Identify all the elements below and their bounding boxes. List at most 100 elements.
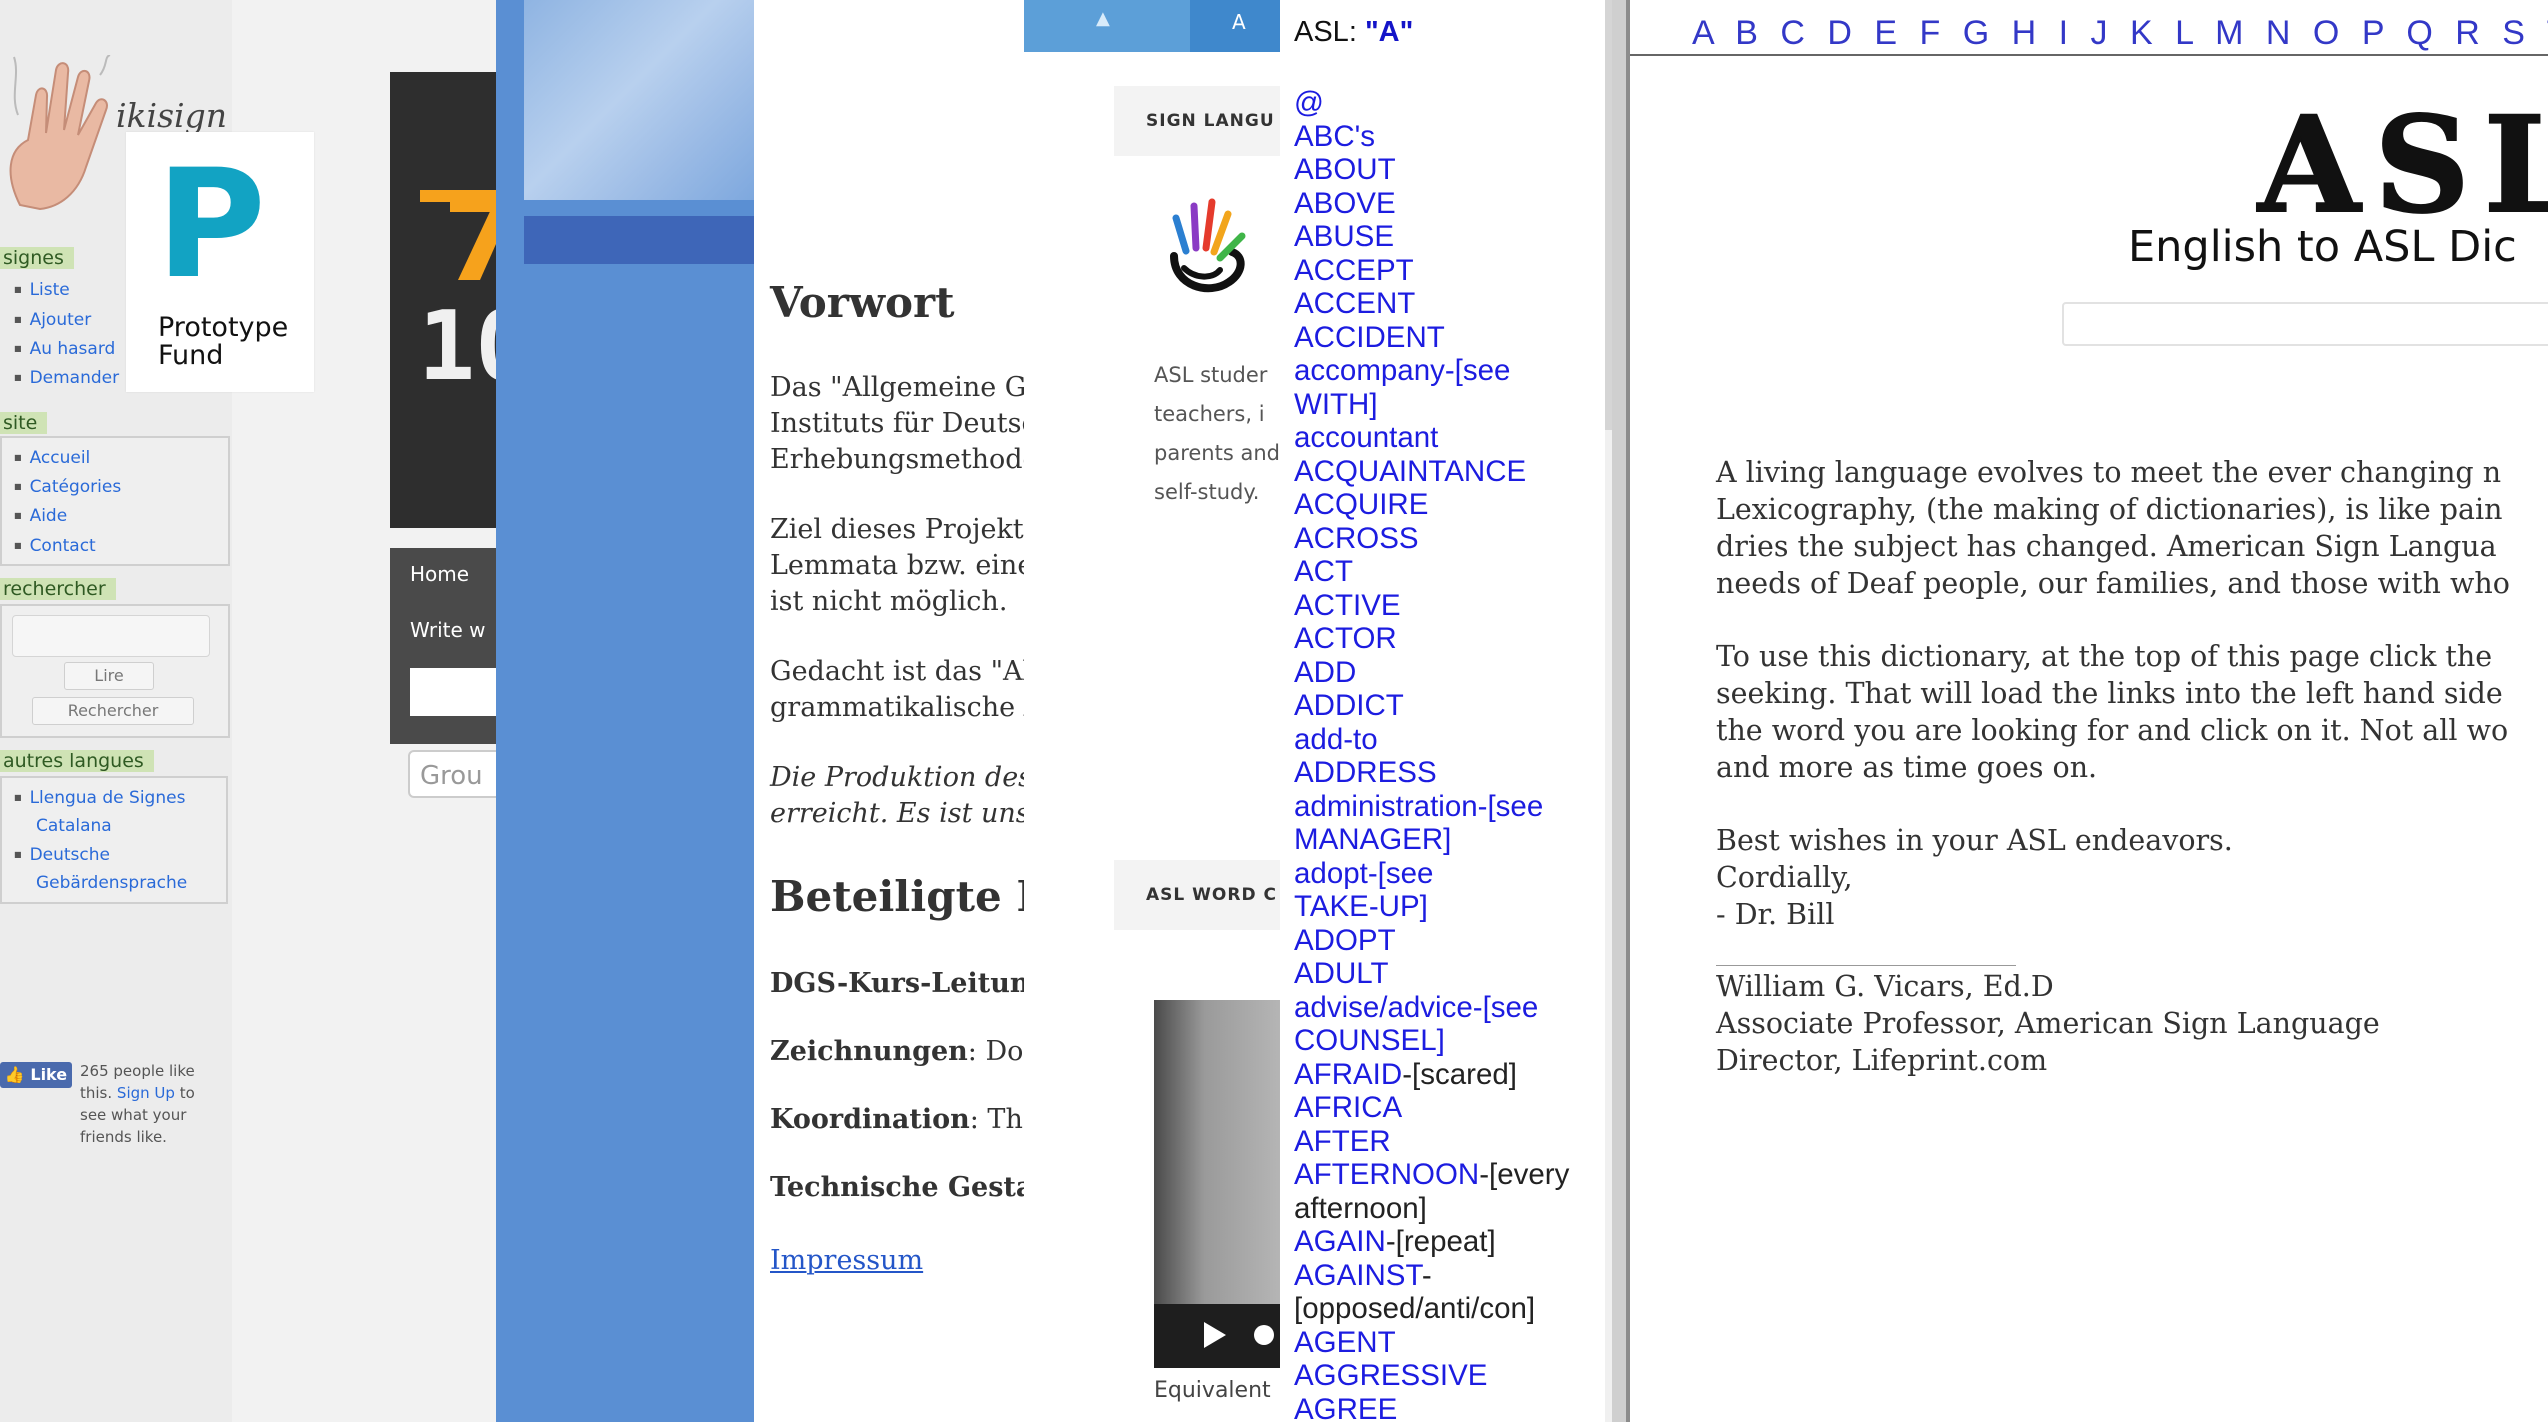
word-link[interactable]: ACCENT bbox=[1294, 287, 1604, 321]
word-link[interactable]: ACTIVE bbox=[1294, 589, 1604, 623]
word-link[interactable]: AGENT bbox=[1294, 1326, 1604, 1360]
word-link[interactable]: administration-[see MANAGER] bbox=[1294, 790, 1604, 857]
word-link[interactable]: AGREE bbox=[1294, 1393, 1604, 1422]
word-link[interactable]: ADDICT bbox=[1294, 689, 1604, 723]
word-link[interactable]: ACCIDENT bbox=[1294, 321, 1604, 355]
nav-item-accueil[interactable]: Accueil bbox=[14, 448, 91, 468]
instructions-line: the word you are looking for and click o… bbox=[1716, 714, 2509, 747]
lang-item-catalan-2[interactable]: Catalana bbox=[36, 816, 112, 836]
nav-item-liste[interactable]: Liste bbox=[14, 280, 70, 300]
nav-home-link[interactable]: Home bbox=[410, 562, 469, 586]
word-link[interactable]: accompany-[see WITH] bbox=[1294, 354, 1604, 421]
list-title-prefix: ASL: bbox=[1294, 16, 1365, 48]
word-link[interactable]: ACTOR bbox=[1294, 622, 1604, 656]
word-label: ACTIVE bbox=[1294, 588, 1401, 622]
sign-site-panel: ▲ A SIGN LANGU ASL studer teachers, i pa… bbox=[1024, 0, 1280, 1422]
home-icon[interactable]: ▲ bbox=[1096, 8, 1110, 29]
word-link[interactable]: ADOPT bbox=[1294, 924, 1604, 958]
word-link[interactable]: adopt-[see TAKE-UP] bbox=[1294, 857, 1604, 924]
word-label: ABOVE bbox=[1294, 186, 1396, 220]
para-3-line: Gedacht ist das "All bbox=[770, 656, 1024, 687]
impressum-link[interactable]: Impressum bbox=[770, 1245, 923, 1276]
nav-item-au-hasard[interactable]: Au hasard bbox=[14, 339, 116, 359]
role-line: DGS-Kurs-Leitung bbox=[770, 968, 1024, 999]
word-label: ACCIDENT bbox=[1294, 320, 1445, 354]
word-link[interactable]: ADD bbox=[1294, 656, 1604, 690]
read-button[interactable]: Lire bbox=[64, 662, 154, 690]
para-2-line: Lemmata bzw. einer bbox=[770, 550, 1024, 581]
word-link[interactable]: ADULT bbox=[1294, 957, 1604, 991]
word-link[interactable]: ABC's bbox=[1294, 120, 1604, 154]
word-label: AFRAID bbox=[1294, 1057, 1403, 1091]
nav-tab[interactable]: A bbox=[1190, 0, 1280, 52]
search-button[interactable]: Rechercher bbox=[32, 697, 194, 725]
word-link[interactable]: ADDRESS bbox=[1294, 756, 1604, 790]
word-label: ACQUIRE bbox=[1294, 488, 1429, 521]
scrollbar-thumb[interactable] bbox=[1605, 0, 1612, 430]
nav-item-ajouter[interactable]: Ajouter bbox=[14, 310, 92, 330]
word-link[interactable]: ACQUAINTANCE bbox=[1294, 455, 1604, 489]
section-title-autres-langues: autres langues bbox=[0, 750, 154, 772]
word-label: adopt-[see TAKE-UP] bbox=[1294, 856, 1434, 924]
word-link[interactable]: AGAIN-[repeat] bbox=[1294, 1225, 1604, 1259]
word-label: AFTER bbox=[1294, 1124, 1391, 1158]
word-link[interactable]: AFTER bbox=[1294, 1125, 1604, 1159]
word-link[interactable]: ABOUT bbox=[1294, 153, 1604, 187]
word-label: AFRICA bbox=[1294, 1091, 1403, 1124]
play-icon[interactable] bbox=[1204, 1322, 1226, 1348]
word-label: ACROSS bbox=[1294, 521, 1419, 555]
word-link[interactable]: ACT bbox=[1294, 555, 1604, 589]
header-rule bbox=[1630, 54, 2548, 56]
word-link[interactable]: accountant bbox=[1294, 421, 1604, 455]
para-2-line: Ziel dieses Projekte bbox=[770, 514, 1024, 545]
word-link[interactable]: ABOVE bbox=[1294, 187, 1604, 221]
nav-item-aide[interactable]: Aide bbox=[14, 506, 68, 526]
word-link[interactable]: @ bbox=[1294, 86, 1604, 120]
intro-paragraph: A living language evolves to meet the ev… bbox=[1716, 454, 2510, 602]
nav-item-demander[interactable]: Demander bbox=[14, 368, 120, 388]
para-1-line: Das "Allgemeine G bbox=[770, 372, 1024, 403]
word-link[interactable]: AGAINST- [opposed/anti/con] bbox=[1294, 1259, 1604, 1326]
word-link[interactable]: AFRICA bbox=[1294, 1091, 1604, 1125]
word-link[interactable]: AGGRESSIVE bbox=[1294, 1359, 1604, 1393]
instructions-line: To use this dictionary, at the top of th… bbox=[1716, 640, 2493, 673]
lang-item-dgs[interactable]: Deutsche bbox=[14, 845, 110, 865]
word-link[interactable]: add-to bbox=[1294, 723, 1604, 757]
nav-item-contact[interactable]: Contact bbox=[14, 536, 96, 556]
facebook-like-button[interactable]: 👍 Like bbox=[0, 1062, 72, 1088]
seek-handle[interactable] bbox=[1254, 1325, 1274, 1345]
write-input[interactable] bbox=[410, 668, 496, 716]
lang-item-dgs-2[interactable]: Gebärdensprache bbox=[36, 873, 187, 893]
intro-text: ASL studer teachers, i parents and self-… bbox=[1154, 356, 1280, 512]
blue-nav-stripe bbox=[524, 216, 754, 264]
alphabet-nav[interactable]: A B C D E F G H I J K L M N O P Q R S T … bbox=[1692, 14, 2548, 53]
word-link[interactable]: advise/advice-[see COUNSEL] bbox=[1294, 991, 1604, 1058]
nav-write-label: Write w bbox=[410, 618, 486, 642]
word-label: AGREE bbox=[1294, 1392, 1398, 1422]
section-asl-word: ASL WORD C bbox=[1114, 860, 1280, 930]
signup-link[interactable]: Sign Up bbox=[117, 1084, 175, 1102]
para-4-line: Die Produktion des bbox=[770, 762, 1024, 793]
word-link[interactable]: ABUSE bbox=[1294, 220, 1604, 254]
heading-vorwort: Vorwort bbox=[770, 278, 955, 327]
lang-item-catalan[interactable]: Llengua de Signes bbox=[14, 788, 186, 808]
hand-photo bbox=[524, 0, 754, 200]
role-label: Technische Gestalt bbox=[770, 1172, 1024, 1203]
intro-line: self-study. bbox=[1154, 480, 1260, 504]
dictionary-search-input[interactable] bbox=[2062, 302, 2548, 346]
like-label: Like bbox=[30, 1065, 68, 1084]
search-input[interactable] bbox=[12, 615, 210, 657]
german-page-panel: Vorwort Das "Allgemeine G Instituts für … bbox=[754, 0, 1024, 1422]
word-note: -[repeat] bbox=[1385, 1225, 1496, 1258]
word-link[interactable]: ACCEPT bbox=[1294, 254, 1604, 288]
word-link[interactable]: AFTERNOON-[every afternoon] bbox=[1294, 1158, 1604, 1225]
word-link[interactable]: ACQUIRE bbox=[1294, 488, 1604, 522]
word-link[interactable]: AFRAID-[scared] bbox=[1294, 1058, 1604, 1092]
dictionary-subtitle: English to ASL Dic bbox=[2128, 222, 2517, 272]
facebook-like-text: 265 people like this. Sign Up to see wha… bbox=[80, 1060, 220, 1148]
group-select[interactable]: Grou bbox=[408, 750, 496, 798]
nav-item-categories[interactable]: Catégories bbox=[14, 477, 122, 497]
closing-line: Best wishes in your ASL endeavors. bbox=[1716, 824, 2233, 857]
word-link[interactable]: ACROSS bbox=[1294, 522, 1604, 556]
word-label: ADOPT bbox=[1294, 923, 1396, 957]
